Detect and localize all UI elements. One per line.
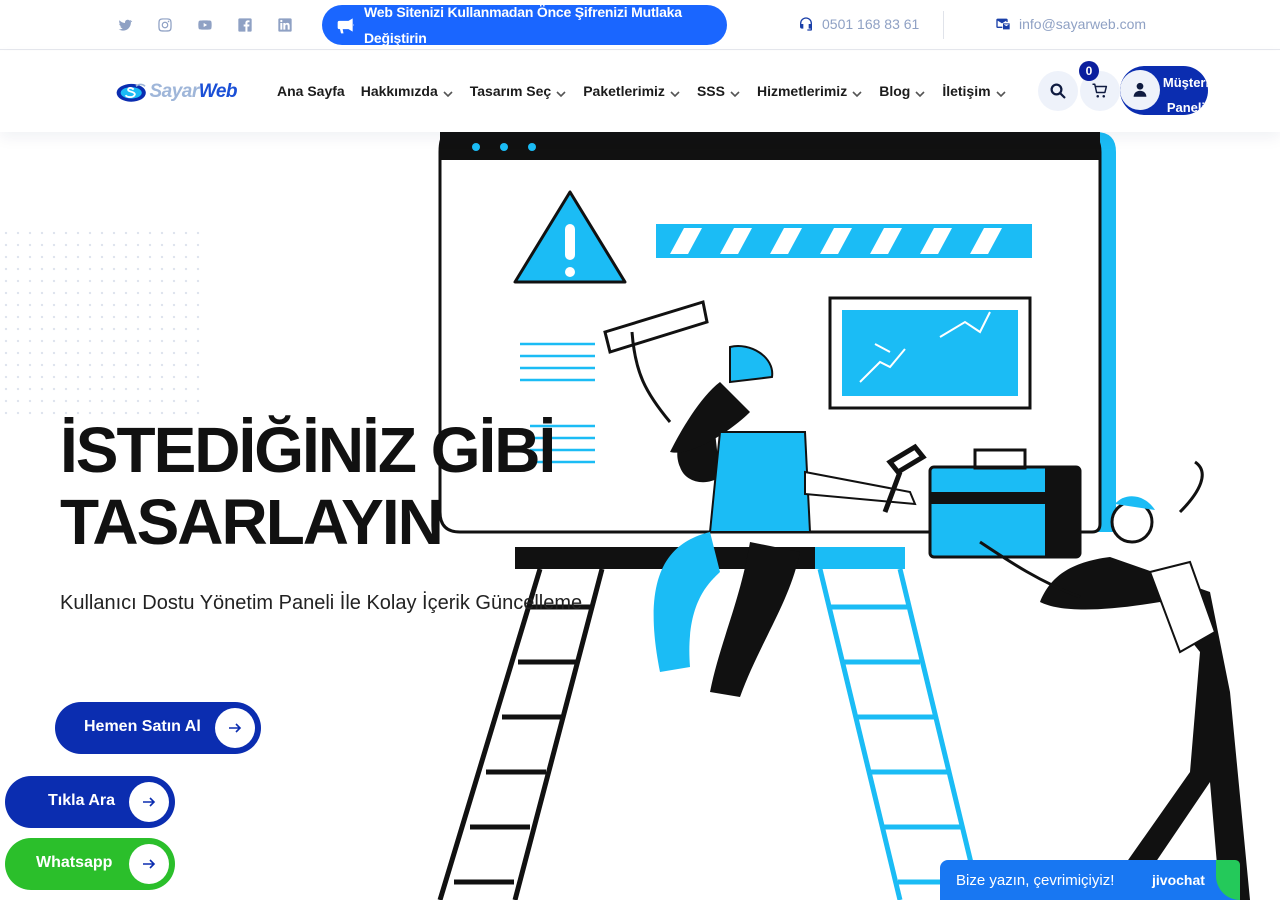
cart-icon [1092, 83, 1108, 98]
live-chat-widget[interactable]: Bize yazın, çevrimiçiyiz! jivochat [940, 860, 1240, 900]
search-button[interactable] [1038, 71, 1078, 111]
nav-item-ana-sayfa[interactable]: Ana Sayfa [277, 81, 345, 101]
chat-status-indicator [1216, 860, 1240, 900]
logo-text-part2: Web [198, 81, 238, 102]
chevron-down-icon [555, 87, 567, 99]
customer-panel-button[interactable]: Müşteri Paneli [1120, 66, 1208, 115]
contact-divider [943, 11, 944, 39]
mail-icon [996, 18, 1010, 30]
social-links [116, 16, 294, 34]
main-nav: Ana Sayfa Hakkımızda Tasarım Seç Paketle… [277, 81, 1023, 101]
whatsapp-label: Whatsapp [36, 854, 113, 871]
nav-item-blog[interactable]: Blog [879, 81, 926, 101]
chevron-down-icon [995, 87, 1007, 99]
linkedin-icon[interactable] [276, 16, 294, 34]
phone-number: 0501 168 83 61 [822, 16, 920, 32]
search-icon [1050, 83, 1066, 99]
nav-label: Ana Sayfa [277, 83, 345, 99]
top-bar: Web Sitenizi Kullanmadan Önce Şifrenizi … [0, 0, 1280, 50]
nav-item-tasarim-sec[interactable]: Tasarım Seç [470, 81, 567, 101]
arrow-right-icon [215, 708, 255, 748]
chevron-down-icon [851, 87, 863, 99]
email-address: info@sayarweb.com [1019, 16, 1147, 32]
headset-icon [800, 17, 812, 31]
nav-label: Blog [879, 83, 911, 99]
nav-item-paketlerimiz[interactable]: Paketlerimiz [583, 81, 681, 101]
instagram-icon[interactable] [156, 16, 174, 34]
nav-label: İletişim [942, 83, 991, 99]
megaphone-icon [337, 18, 354, 34]
chat-prompt: Bize yazın, çevrimiçiyiz! [956, 872, 1115, 889]
nav-label: Hakkımızda [360, 83, 438, 99]
chevron-down-icon [442, 87, 454, 99]
facebook-icon[interactable] [236, 16, 254, 34]
buy-now-label: Hemen Satın Al [84, 718, 201, 735]
site-logo[interactable]: SayarWeb [115, 75, 238, 109]
cart-count-badge: 0 [1079, 61, 1099, 81]
nav-label: Paketlerimiz [583, 83, 665, 99]
announcement-text: Web Sitenizi Kullanmadan Önce Şifrenizi … [364, 4, 682, 46]
dot-pattern [0, 227, 200, 417]
email-link[interactable]: info@sayarweb.com [995, 16, 1146, 32]
hero-title: İSTEDİĞİNİZ GİBİ TASARLAYIN [60, 414, 600, 558]
customer-panel-label: Müşteri Paneli [1162, 75, 1208, 115]
nav-item-sss[interactable]: SSS [697, 81, 741, 101]
nav-item-iletisim[interactable]: İletişim [942, 81, 1006, 101]
logo-text: SayarWeb [149, 81, 237, 103]
hero-subtitle: Kullanıcı Dostu Yönetim Paneli İle Kolay… [60, 592, 583, 614]
hero-title-line-1: İSTEDİĞİNİZ GİBİ [60, 414, 556, 486]
nav-item-hakkimizda[interactable]: Hakkımızda [361, 81, 454, 101]
chevron-down-icon [914, 87, 926, 99]
chat-brand: jivochat [1152, 872, 1205, 888]
chevron-down-icon [729, 87, 741, 99]
hero-section: İSTEDİĞİNİZ GİBİ TASARLAYIN Kullanıcı Do… [0, 132, 1280, 900]
announcement-banner[interactable]: Web Sitenizi Kullanmadan Önce Şifrenizi … [322, 4, 727, 46]
buy-now-button[interactable]: Hemen Satın Al [55, 702, 261, 754]
twitter-icon[interactable] [116, 16, 134, 34]
nav-label: SSS [696, 83, 725, 99]
click-to-call-button[interactable]: Tıkla Ara [5, 776, 175, 828]
chevron-down-icon [669, 87, 681, 99]
nav-label: Tasarım Seç [469, 83, 552, 99]
nav-label: Hizmetlerimiz [756, 83, 848, 99]
nav-item-hizmetlerimiz[interactable]: Hizmetlerimiz [757, 81, 863, 101]
logo-mark-icon [116, 83, 146, 102]
main-header: SayarWeb Ana Sayfa Hakkımızda Tasarım Se… [0, 51, 1280, 132]
click-to-call-label: Tıkla Ara [48, 792, 115, 809]
arrow-right-icon [129, 844, 169, 884]
hero-title-line-2: TASARLAYIN [60, 486, 444, 558]
whatsapp-button[interactable]: Whatsapp [5, 838, 175, 890]
youtube-icon[interactable] [196, 16, 214, 34]
arrow-right-icon [129, 782, 169, 822]
phone-link[interactable]: 0501 168 83 61 [798, 16, 919, 32]
logo-text-part1: Sayar [149, 81, 199, 102]
user-icon [1120, 70, 1160, 110]
